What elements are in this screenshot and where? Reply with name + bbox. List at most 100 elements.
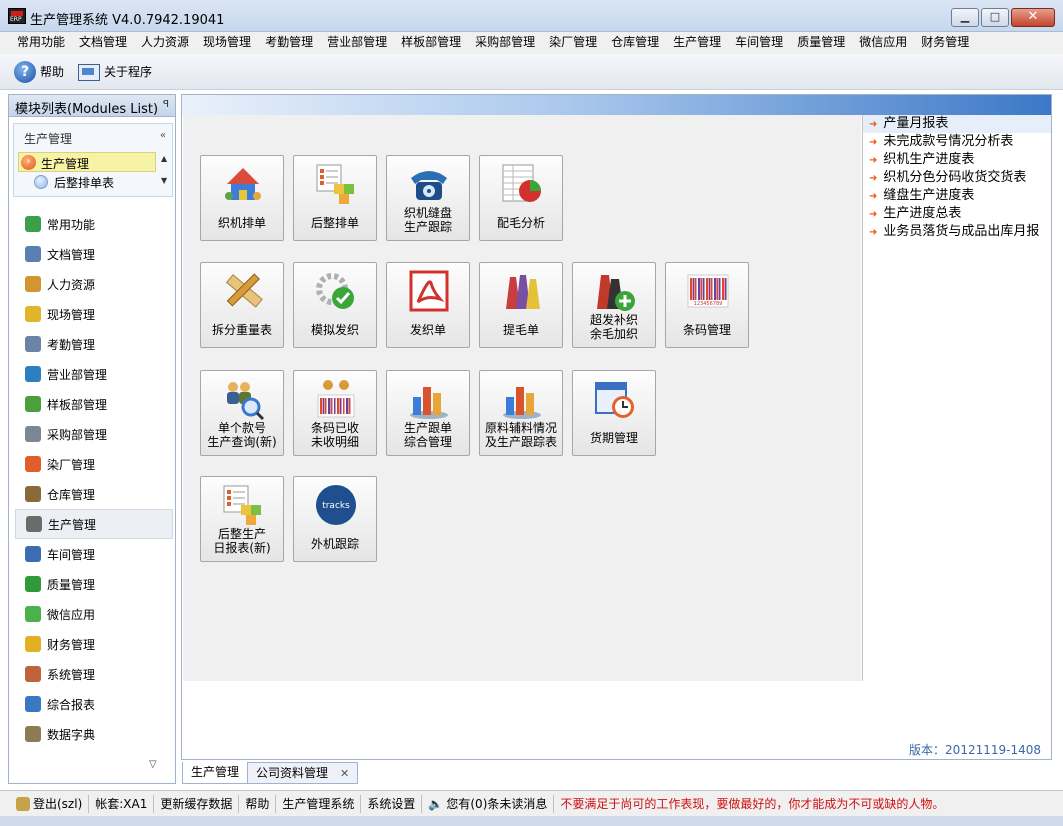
sidebar-item[interactable]: 染厂管理: [15, 449, 173, 479]
sidebar-item[interactable]: 综合报表: [15, 689, 173, 719]
menu-item[interactable]: 文档管理: [72, 32, 134, 54]
tab[interactable]: 生产管理: [182, 762, 249, 784]
sidebar-item[interactable]: 车间管理: [15, 539, 173, 569]
sidebar-item[interactable]: 财务管理: [15, 629, 173, 659]
tile-loom-tracking[interactable]: 织机缝盘 生产跟踪: [386, 155, 470, 241]
tile-style-query[interactable]: 单个款号 生产查询(新): [200, 370, 284, 456]
sidebar-item[interactable]: 质量管理: [15, 569, 173, 599]
tile-label: 织机排单: [217, 216, 266, 230]
scroll-up-icon[interactable]: ▲: [161, 154, 167, 163]
sidebar-item-label: 数据字典: [47, 727, 96, 742]
messages-button[interactable]: 🔈 您有(0)条未读消息: [422, 794, 555, 813]
menu-item[interactable]: 生产管理: [666, 32, 728, 54]
menu-item[interactable]: 微信应用: [852, 32, 914, 54]
about-button[interactable]: 关于程序: [76, 61, 152, 83]
tile-outsource-tracking[interactable]: tracks 外机跟踪: [293, 476, 377, 562]
module-icon: [25, 696, 41, 712]
checklist-cubes-icon: [314, 162, 358, 206]
sidebar-item[interactable]: 采购部管理: [15, 419, 173, 449]
module-icon: [26, 516, 42, 532]
sidebar-item-label: 考勤管理: [47, 337, 96, 352]
logout-button[interactable]: 登出(szl): [10, 794, 90, 813]
sidebar-item[interactable]: 样板部管理: [15, 389, 173, 419]
sidebar-item[interactable]: 常用功能: [15, 209, 173, 239]
menu-item[interactable]: 营业部管理: [320, 32, 394, 54]
report-link[interactable]: ➜ 业务员落货与成品出库月报: [863, 223, 1051, 241]
sidebar-item[interactable]: 文档管理: [15, 239, 173, 269]
sidebar-item-label: 人力资源: [47, 277, 96, 292]
tile-label: 条码管理: [682, 323, 731, 337]
tile-simulate-issue[interactable]: 模拟发织: [293, 262, 377, 348]
sidebar-item[interactable]: 数据字典: [15, 719, 173, 749]
tile-barcode[interactable]: 123456789 条码管理: [665, 262, 749, 348]
sidebar-item-label: 常用功能: [47, 217, 96, 232]
tile-label: 原料辅料情况 及生产跟踪表: [484, 421, 557, 449]
menu-item[interactable]: 样板部管理: [394, 32, 468, 54]
sidebar-item[interactable]: 生产管理: [15, 509, 173, 539]
sidebar-item[interactable]: 人力资源: [15, 269, 173, 299]
tile-loom-scheduling[interactable]: 织机排单: [200, 155, 284, 241]
sidebar-item-label: 样板部管理: [47, 397, 108, 412]
tile-material-status[interactable]: 原料辅料情况 及生产跟踪表: [479, 370, 563, 456]
sidebar-item[interactable]: 微信应用: [15, 599, 173, 629]
tile-yarn-pick[interactable]: 提毛单: [479, 262, 563, 348]
menu-item[interactable]: 人力资源: [134, 32, 196, 54]
tile-delivery[interactable]: 货期管理: [572, 370, 656, 456]
tile-production-tracking[interactable]: 生产跟单 综合管理: [386, 370, 470, 456]
module-icon: [25, 456, 41, 472]
menu-item[interactable]: 现场管理: [196, 32, 258, 54]
sidebar-item[interactable]: 现场管理: [15, 299, 173, 329]
close-button[interactable]: ✕: [1011, 8, 1055, 27]
menu-item[interactable]: 车间管理: [728, 32, 790, 54]
system-name-button[interactable]: 生产管理系统: [276, 794, 362, 813]
system-settings-button[interactable]: 系统设置: [361, 794, 423, 813]
tile-label: 后整生产 日报表(新): [213, 527, 271, 555]
menu-item[interactable]: 财务管理: [914, 32, 976, 54]
tile-label: 条码已收 未收明细: [310, 421, 359, 449]
tile-yarn-analysis[interactable]: 配毛分析: [479, 155, 563, 241]
menu-item[interactable]: 质量管理: [790, 32, 852, 54]
chevron-right-icon: ›: [21, 155, 36, 170]
status-help-button[interactable]: 帮助: [239, 794, 277, 813]
tile-finishing-scheduling[interactable]: 后整排单: [293, 155, 377, 241]
minimize-button[interactable]: ▁: [951, 8, 979, 27]
tile-over-issue[interactable]: 超发补织 余毛加织: [572, 262, 656, 348]
pin-icon[interactable]: ꟼ: [163, 99, 169, 110]
sidebar-item[interactable]: 考勤管理: [15, 329, 173, 359]
tree-node-finishing-schedule[interactable]: 后整排单表: [34, 174, 114, 191]
status-bar: 登出(szl) 帐套:XA1 更新缓存数据 帮助 生产管理系统 系统设置 🔈 您…: [0, 790, 1063, 816]
module-icon: [25, 726, 41, 742]
arrow-right-icon: ➜: [869, 191, 878, 202]
menu-item[interactable]: 采购部管理: [468, 32, 542, 54]
report-link[interactable]: ➜ 缝盘生产进度表: [863, 187, 1051, 205]
tile-issue-order[interactable]: 发织单: [386, 262, 470, 348]
menu-item[interactable]: 染厂管理: [542, 32, 604, 54]
refresh-cache-button[interactable]: 更新缓存数据: [154, 794, 240, 813]
tab[interactable]: 公司资料管理 ✕: [247, 762, 359, 784]
tile-split-weight[interactable]: 拆分重量表: [200, 262, 284, 348]
sidebar-item[interactable]: 仓库管理: [15, 479, 173, 509]
report-link[interactable]: ➜ 未完成款号情况分析表: [863, 133, 1051, 151]
menu-item[interactable]: 常用功能: [10, 32, 72, 54]
report-link[interactable]: ➜ 生产进度总表: [863, 205, 1051, 223]
telephone-icon: [407, 162, 451, 206]
sidebar-item[interactable]: 营业部管理: [15, 359, 173, 389]
help-button[interactable]: ? 帮助: [14, 60, 64, 83]
house-people-icon: [221, 162, 265, 206]
tile-barcode-received[interactable]: 条码已收 未收明细: [293, 370, 377, 456]
menu-item[interactable]: 仓库管理: [604, 32, 666, 54]
report-link[interactable]: ➜ 织机生产进度表: [863, 151, 1051, 169]
more-modules-icon[interactable]: ▽: [149, 759, 157, 770]
module-icon: [25, 366, 41, 382]
tree-scrollbar[interactable]: ▲ ▼: [160, 154, 170, 198]
report-link[interactable]: ➜ 产量月报表: [863, 115, 1051, 133]
scroll-down-icon[interactable]: ▼: [161, 176, 167, 185]
tab-close-icon[interactable]: ✕: [340, 767, 349, 780]
maximize-button[interactable]: □: [981, 8, 1009, 27]
tree-node-selected[interactable]: › 生产管理: [18, 152, 156, 172]
tile-finishing-daily[interactable]: 后整生产 日报表(新): [200, 476, 284, 562]
report-link[interactable]: ➜ 织机分色分码收货交货表: [863, 169, 1051, 187]
collapse-icon[interactable]: «: [160, 130, 166, 141]
menu-item[interactable]: 考勤管理: [258, 32, 320, 54]
sidebar-item[interactable]: 系统管理: [15, 659, 173, 689]
